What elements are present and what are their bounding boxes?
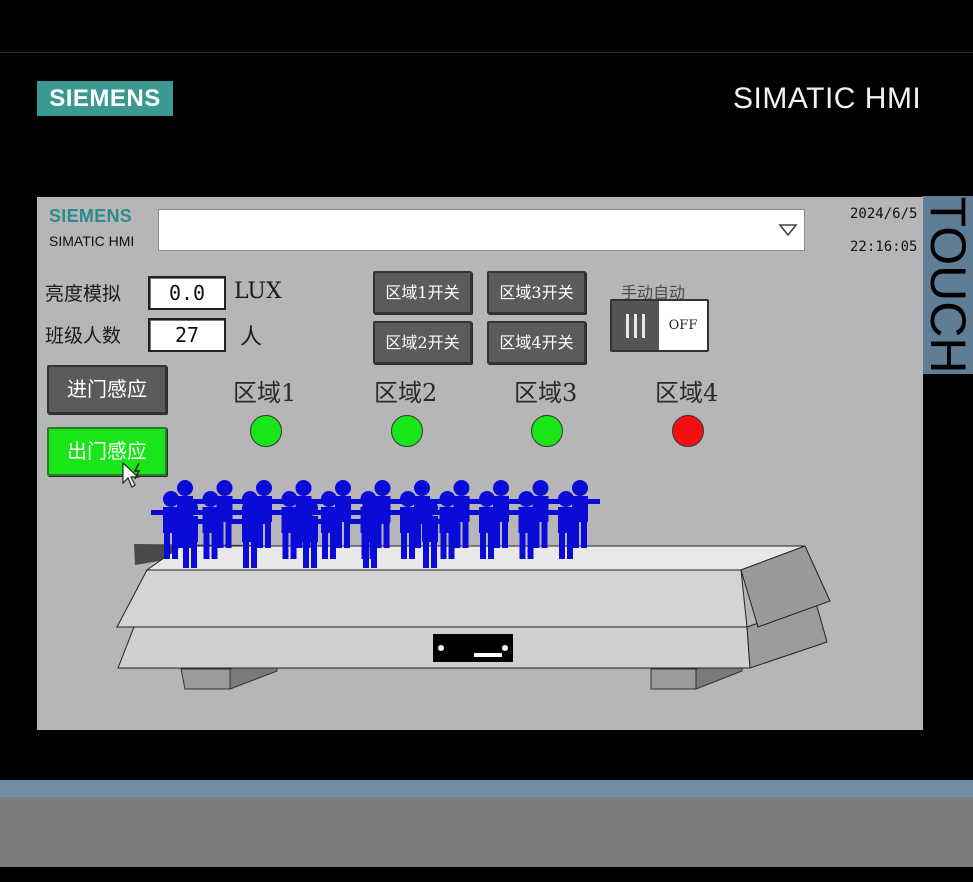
classroom-scene (116, 480, 831, 690)
simatic-hmi-title: SIMATIC HMI (733, 82, 922, 115)
frame-bottom-panel (0, 797, 973, 867)
hmi-screen: SIEMENS SIMATIC HMI 2024/6/5 22:16:05 亮度… (37, 197, 923, 730)
frame-divider (0, 52, 973, 53)
siemens-logo: SIEMENS (37, 81, 173, 116)
touch-label: TOUCH (922, 196, 973, 374)
desk (116, 544, 831, 690)
frame-bottom-edge (0, 867, 973, 882)
touch-side-tab: TOUCH (922, 196, 973, 374)
frame-bottom-strip (0, 780, 973, 797)
